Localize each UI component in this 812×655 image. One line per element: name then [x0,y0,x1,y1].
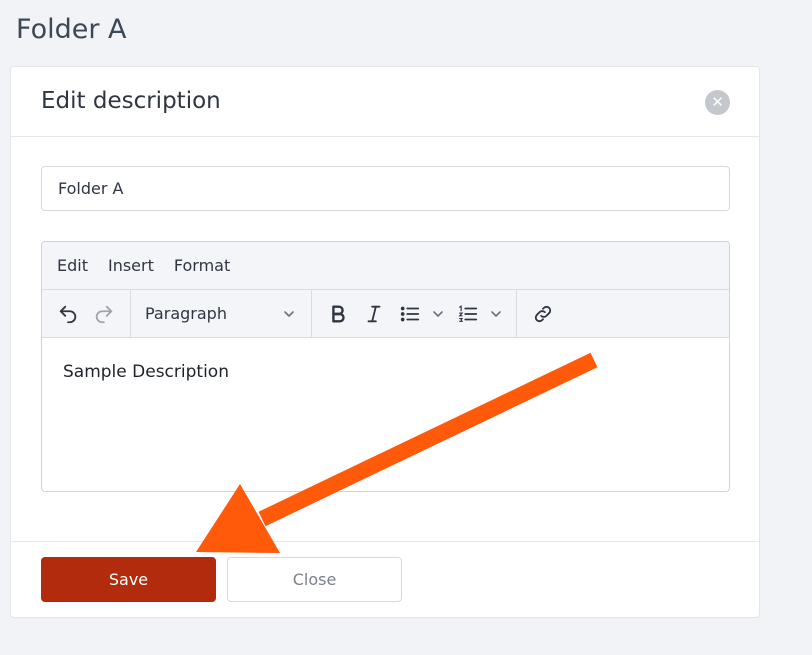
chevron-down-icon [433,310,443,317]
close-icon[interactable]: ✕ [705,90,730,115]
page-title: Folder A [16,14,127,45]
formatting-group [312,290,517,337]
modal-header: Edit description ✕ [11,67,759,137]
menu-insert[interactable]: Insert [108,256,154,275]
block-format-group: Paragraph [131,290,312,337]
redo-icon[interactable] [86,297,122,331]
editor-toolbar: Paragraph [42,290,729,338]
menu-edit[interactable]: Edit [57,256,88,275]
editor-content[interactable]: Sample Description [42,338,729,406]
numbered-list-button[interactable] [450,297,504,331]
menu-format[interactable]: Format [174,256,230,275]
bullet-list-icon [392,297,428,331]
close-button[interactable]: Close [227,557,402,602]
numbered-list-icon [450,297,486,331]
edit-description-modal: Edit description ✕ Edit Insert Format Pa… [10,66,760,618]
editor-menubar: Edit Insert Format [42,242,729,290]
modal-title: Edit description [41,88,221,114]
undo-icon[interactable] [50,297,86,331]
italic-icon[interactable] [356,297,392,331]
chevron-down-icon [284,310,294,317]
modal-footer: Save Close [11,541,759,617]
bullet-list-button[interactable] [392,297,446,331]
history-group [42,290,131,337]
bold-icon[interactable] [320,297,356,331]
block-format-label: Paragraph [145,304,227,323]
link-icon[interactable] [525,297,561,331]
save-button[interactable]: Save [41,557,216,602]
block-format-select[interactable]: Paragraph [139,304,303,323]
folder-name-input[interactable] [41,166,730,211]
editor-paragraph: Sample Description [63,362,229,382]
chevron-down-icon [491,310,501,317]
rich-text-editor: Edit Insert Format Paragraph Sample Desc… [41,241,730,492]
link-group [517,290,569,337]
